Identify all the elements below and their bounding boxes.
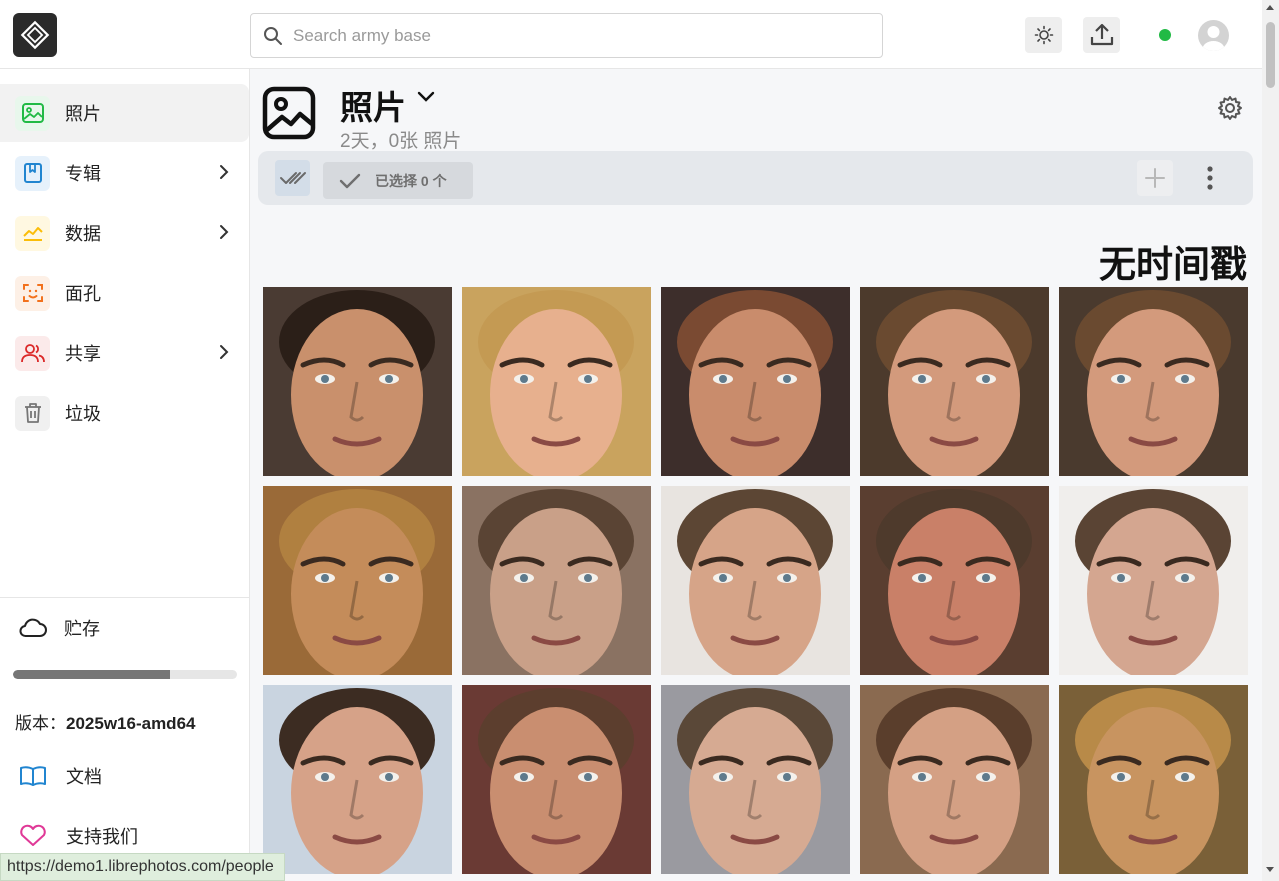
sidebar-item-data[interactable]: 数据 — [0, 204, 249, 262]
version-info: 版本：2025w16-amd64 — [15, 709, 195, 734]
scroll-up-arrow-icon[interactable] — [1266, 5, 1274, 10]
photo-thumbnail[interactable] — [462, 685, 651, 874]
chevron-right-icon — [220, 225, 229, 239]
photo-thumbnail[interactable] — [462, 287, 651, 476]
chevron-down-icon[interactable] — [417, 91, 435, 103]
sidebar-item-label: 数据 — [65, 224, 101, 244]
sidebar-item-sharing[interactable]: 共享 — [0, 324, 249, 382]
image-icon — [15, 95, 50, 131]
heart-icon — [20, 824, 46, 846]
photos-header-image-icon — [262, 86, 316, 140]
sidebar-item-label: 照片 — [65, 104, 101, 124]
plus-icon — [1145, 168, 1165, 188]
search-box[interactable] — [250, 13, 883, 58]
user-icon — [1202, 26, 1225, 51]
chart-area-icon — [15, 215, 50, 251]
sidebar-item-label: 垃圾 — [65, 404, 101, 424]
connection-status-indicator — [1159, 29, 1171, 41]
photo-thumbnail[interactable] — [263, 486, 452, 675]
sun-icon — [1034, 25, 1053, 45]
photo-thumbnail[interactable] — [1059, 287, 1248, 476]
theme-toggle-button[interactable] — [1025, 17, 1062, 53]
version-value: 2025w16-amd64 — [66, 714, 196, 733]
photo-thumbnail[interactable] — [661, 287, 850, 476]
app-logo[interactable] — [13, 13, 57, 57]
logo-diamond-icon — [20, 20, 50, 50]
photo-thumbnail[interactable] — [263, 287, 452, 476]
chevron-right-icon — [220, 165, 229, 179]
sidebar: 照片 专辑 数据 面孔 共享 垃圾 贮存 版本：2025w16-amd64 文档… — [0, 69, 250, 881]
sidebar-divider — [0, 597, 249, 598]
photo-thumbnail[interactable] — [1059, 486, 1248, 675]
sidebar-item-faces[interactable]: 面孔 — [0, 264, 249, 322]
photo-thumbnail[interactable] — [860, 287, 1049, 476]
users-icon — [15, 335, 50, 371]
page-subtitle: 2天，0张 照片 — [340, 131, 462, 152]
photo-thumbnail[interactable] — [462, 486, 651, 675]
upload-icon — [1090, 23, 1113, 46]
check-icon — [339, 173, 361, 188]
support-label: 支持我们 — [66, 827, 138, 847]
version-prefix: 版本： — [15, 714, 66, 733]
sidebar-item-albums[interactable]: 专辑 — [0, 144, 249, 202]
sidebar-item-label: 面孔 — [65, 284, 101, 304]
photo-thumbnail[interactable] — [263, 685, 452, 874]
main-content: 照片 2天，0张 照片 已选择 0 个 无时间戳 — [250, 69, 1262, 881]
more-vertical-icon — [1207, 166, 1213, 190]
scroll-down-arrow-icon[interactable] — [1266, 867, 1274, 872]
add-to-album-button[interactable] — [1137, 160, 1173, 196]
more-options-button[interactable] — [1198, 164, 1222, 192]
search-icon — [264, 26, 282, 45]
docs-label: 文档 — [66, 767, 102, 787]
face-scan-icon — [15, 275, 50, 311]
docs-link[interactable]: 文档 — [18, 763, 102, 789]
photo-thumbnail[interactable] — [860, 486, 1049, 675]
double-check-icon — [279, 172, 306, 184]
trash-icon — [15, 395, 50, 431]
photo-thumbnail[interactable] — [860, 685, 1049, 874]
photo-thumbnail[interactable] — [661, 486, 850, 675]
search-input[interactable] — [293, 25, 853, 46]
photo-thumbnail[interactable] — [1059, 685, 1248, 874]
album-icon — [15, 155, 50, 191]
selected-count-label: 已选择 0 个 — [375, 172, 447, 189]
book-open-icon — [20, 766, 46, 786]
select-all-button[interactable] — [275, 160, 310, 196]
sidebar-item-trash[interactable]: 垃圾 — [0, 384, 249, 442]
sidebar-item-label: 共享 — [65, 344, 101, 364]
storage-progress-fill — [13, 670, 170, 679]
settings-gear-icon[interactable] — [1217, 95, 1243, 121]
top-bar — [0, 0, 1262, 69]
cloud-icon — [19, 618, 47, 637]
group-title: 无时间戳 — [1099, 244, 1247, 285]
sidebar-item-label: 专辑 — [65, 164, 101, 184]
photo-thumbnail[interactable] — [661, 685, 850, 874]
selection-toolbar: 已选择 0 个 — [258, 151, 1253, 205]
upload-button[interactable] — [1083, 17, 1120, 53]
support-link[interactable]: 支持我们 — [18, 823, 138, 849]
scrollbar-thumb[interactable] — [1266, 22, 1275, 88]
user-avatar[interactable] — [1198, 20, 1229, 51]
photo-grid — [263, 287, 1248, 874]
selected-count-button[interactable]: 已选择 0 个 — [323, 162, 473, 199]
storage-item[interactable]: 贮存 — [18, 615, 100, 641]
page-title: 照片 — [340, 89, 406, 126]
sidebar-item-photos[interactable]: 照片 — [0, 84, 249, 142]
storage-label: 贮存 — [64, 619, 100, 639]
storage-progress-bar — [13, 670, 237, 679]
status-url-tooltip: https://demo1.librephotos.com/people — [0, 853, 285, 881]
page-scrollbar[interactable] — [1262, 0, 1279, 881]
chevron-right-icon — [220, 345, 229, 359]
